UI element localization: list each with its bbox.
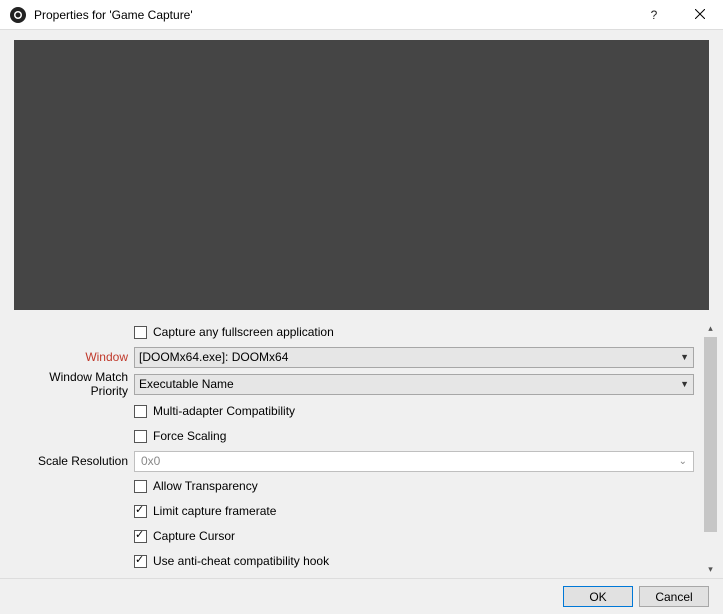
multi-adapter-label: Multi-adapter Compatibility [153,404,295,418]
window-label: Window [14,350,134,364]
capture-cursor-label: Capture Cursor [153,529,235,543]
force-scaling-label: Force Scaling [153,429,226,443]
preview-area [14,40,709,310]
help-icon: ? [651,8,658,22]
capture-fullscreen-checkbox[interactable] [134,326,147,339]
anti-cheat-label: Use anti-cheat compatibility hook [153,554,329,568]
scale-resolution-label: Scale Resolution [14,454,134,468]
chevron-down-icon: ⌄ [679,456,687,467]
scroll-up-icon[interactable]: ▴ [702,320,719,337]
caret-down-icon: ▼ [680,379,689,389]
caret-down-icon: ▼ [680,352,689,362]
form-area: Capture any fullscreen application Windo… [0,320,702,578]
allow-transparency-checkbox[interactable] [134,480,147,493]
scale-resolution-value: 0x0 [141,454,679,468]
capture-fullscreen-label: Capture any fullscreen application [153,325,334,339]
window-dropdown[interactable]: [DOOMx64.exe]: DOOMx64 ▼ [134,347,694,368]
scrollbar[interactable]: ▴ ▾ [702,320,719,578]
allow-transparency-label: Allow Transparency [153,479,258,493]
scale-resolution-input[interactable]: 0x0 ⌄ [134,451,694,472]
window-title: Properties for 'Game Capture' [34,8,193,22]
match-priority-dropdown[interactable]: Executable Name ▼ [134,374,694,395]
multi-adapter-checkbox[interactable] [134,405,147,418]
scrollbar-thumb[interactable] [704,337,717,532]
window-dropdown-value: [DOOMx64.exe]: DOOMx64 [139,350,676,364]
titlebar: Properties for 'Game Capture' ? [0,0,723,30]
limit-framerate-label: Limit capture framerate [153,504,276,518]
match-priority-label: Window Match Priority [14,370,134,398]
force-scaling-checkbox[interactable] [134,430,147,443]
capture-cursor-checkbox[interactable] [134,530,147,543]
footer: OK Cancel [0,578,723,614]
cancel-button-label: Cancel [655,590,692,604]
match-priority-value: Executable Name [139,377,676,391]
app-icon [10,7,26,23]
cancel-button[interactable]: Cancel [639,586,709,607]
scrollbar-track[interactable] [703,337,718,561]
anti-cheat-checkbox[interactable] [134,555,147,568]
close-icon [695,8,705,22]
help-button[interactable]: ? [631,0,677,30]
limit-framerate-checkbox[interactable] [134,505,147,518]
close-button[interactable] [677,0,723,30]
ok-button-label: OK [589,590,606,604]
ok-button[interactable]: OK [563,586,633,607]
scroll-down-icon[interactable]: ▾ [702,561,719,578]
